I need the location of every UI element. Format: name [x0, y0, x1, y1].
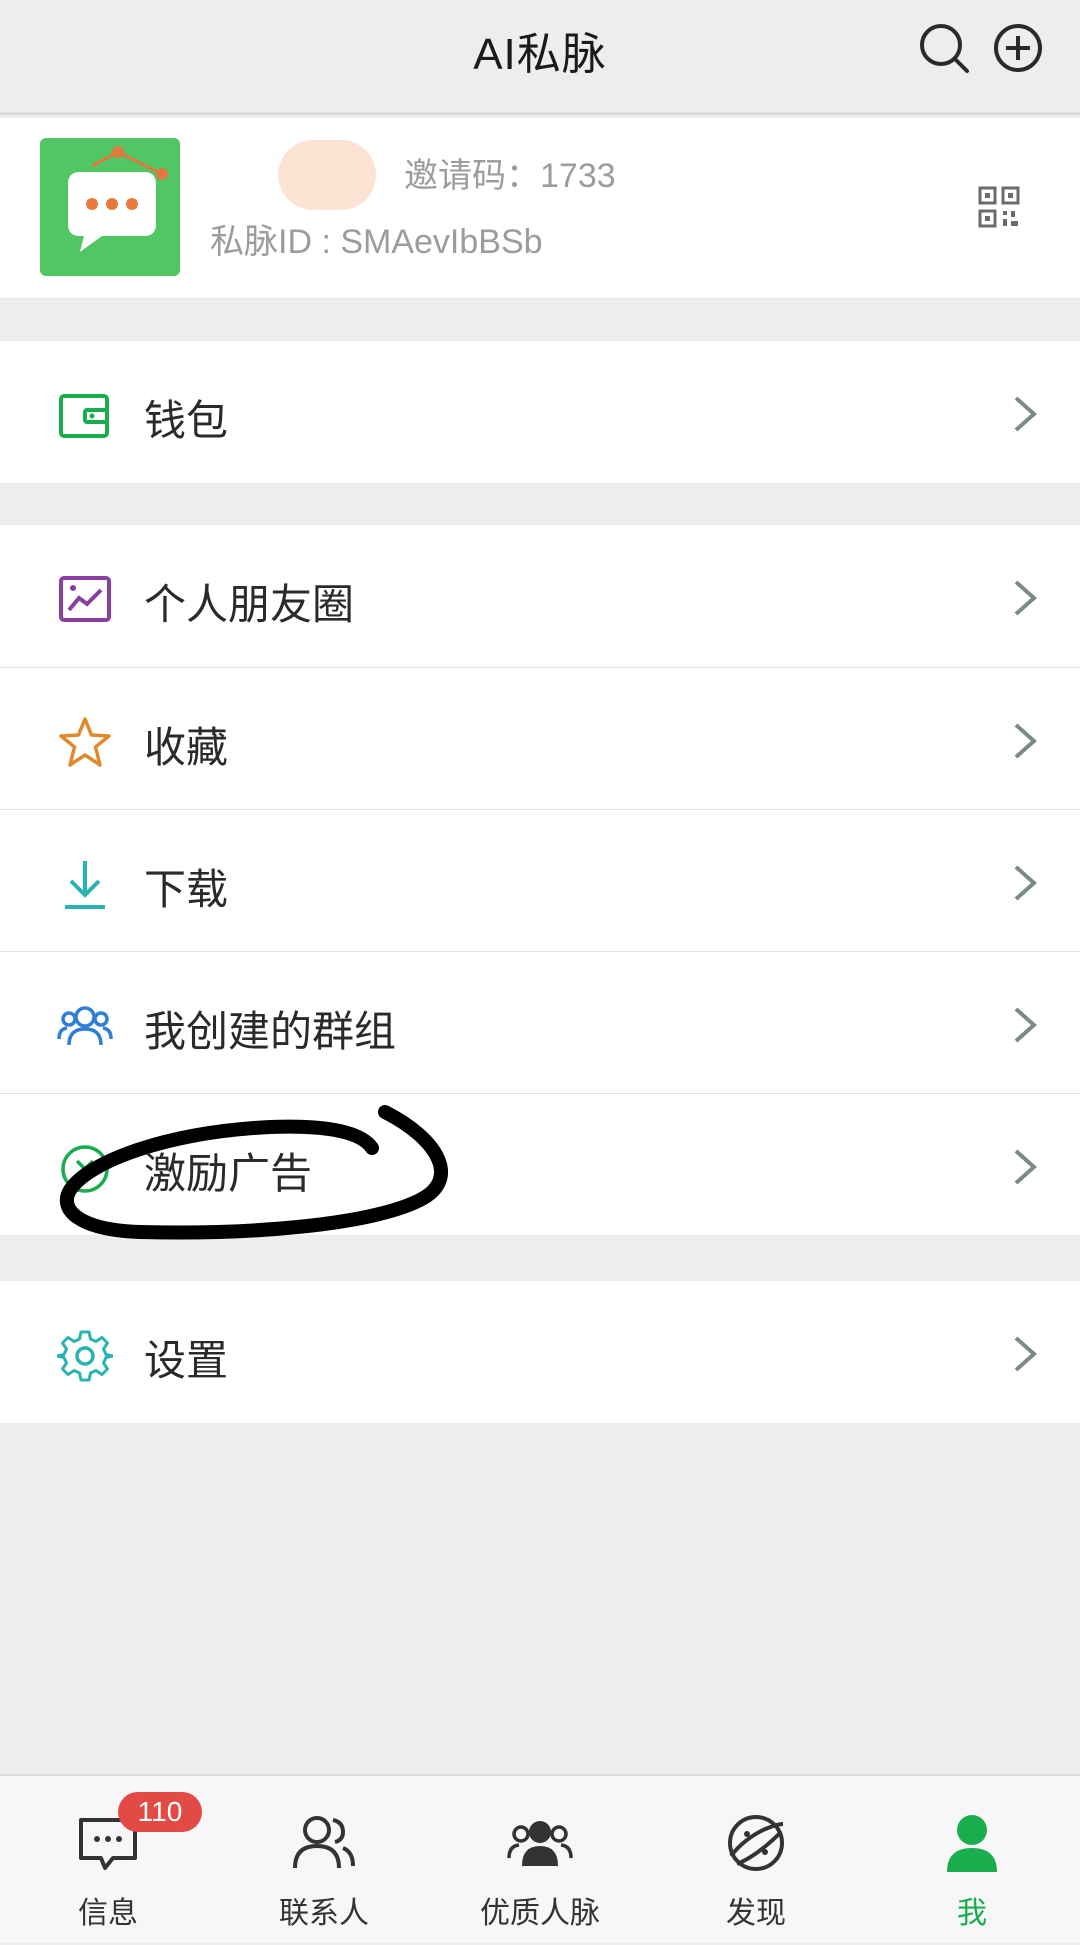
wallet-section: 钱包 [0, 341, 1080, 483]
plus-circle-icon[interactable] [990, 20, 1046, 76]
tab-me[interactable]: 我 [864, 1776, 1080, 1945]
chevron-right-icon [1014, 865, 1038, 901]
menu-item-favorites[interactable]: 收藏 [0, 667, 1080, 809]
menu-label-downloads: 下载 [144, 866, 229, 913]
menu-item-reward-ads[interactable]: 激励广告 [0, 1093, 1080, 1235]
download-icon [57, 857, 113, 913]
gear-icon [55, 1328, 115, 1384]
menu-item-downloads[interactable]: 下载 [0, 809, 1080, 951]
blurred-username [278, 140, 376, 210]
menu-label-my-groups: 我创建的群组 [144, 1008, 397, 1055]
profile-card[interactable]: 邀请码：1733 私脉ID : SMAevIbBSb [0, 118, 1080, 299]
qr-code-icon[interactable] [978, 186, 1020, 228]
menu-item-wallet[interactable]: 钱包 [0, 341, 1080, 483]
bottom-tab-bar: 110 信息 联系人 优质人脉 发现 我 [0, 1774, 1080, 1943]
menu-label-reward-ads: 激励广告 [144, 1150, 313, 1197]
tab-label-me: 我 [957, 1897, 987, 1930]
settings-section: 设置 [0, 1281, 1080, 1423]
private-id: 私脉ID : SMAevIbBSb [210, 223, 543, 261]
tab-label-contacts: 联系人 [279, 1897, 369, 1930]
group-icon [57, 999, 113, 1055]
menu-label-favorites: 收藏 [144, 724, 229, 771]
tab-contacts[interactable]: 联系人 [216, 1776, 432, 1945]
me-icon [939, 1810, 1005, 1876]
invite-code: 邀请码：1733 [404, 157, 616, 195]
reward-ad-icon [57, 1141, 113, 1197]
menu-label-settings: 设置 [144, 1337, 229, 1384]
tab-label-messages: 信息 [78, 1897, 138, 1930]
menu-item-moments[interactable]: 个人朋友圈 [0, 525, 1080, 667]
search-icon[interactable] [916, 20, 972, 76]
chevron-right-icon [1014, 1149, 1038, 1185]
chevron-right-icon [1014, 580, 1038, 616]
avatar[interactable] [40, 138, 180, 276]
star-icon [57, 715, 113, 771]
tab-premium-contacts[interactable]: 优质人脉 [432, 1776, 648, 1945]
menu-label-wallet: 钱包 [144, 397, 229, 444]
wallet-icon [57, 388, 113, 444]
menu-item-my-groups[interactable]: 我创建的群组 [0, 951, 1080, 1093]
tab-label-premium-contacts: 优质人脉 [480, 1897, 600, 1930]
chevron-right-icon [1014, 396, 1038, 432]
chevron-right-icon [1014, 723, 1038, 759]
moments-chart-icon [57, 572, 113, 628]
main-menu-section: 个人朋友圈 收藏 下载 我创建的群组 激励广告 [0, 525, 1080, 1235]
unread-badge: 110 [118, 1792, 202, 1832]
chevron-right-icon [1014, 1007, 1038, 1043]
tab-label-discover: 发现 [726, 1897, 786, 1930]
contacts-icon [291, 1810, 357, 1876]
tab-messages[interactable]: 110 信息 [0, 1776, 216, 1945]
tab-discover[interactable]: 发现 [648, 1776, 864, 1945]
chevron-right-icon [1014, 1336, 1038, 1372]
menu-label-moments: 个人朋友圈 [144, 581, 355, 628]
menu-item-settings[interactable]: 设置 [0, 1281, 1080, 1423]
premium-contacts-icon [507, 1810, 573, 1876]
discover-planet-icon [723, 1810, 789, 1876]
top-bar: AI私脉 [0, 0, 1080, 115]
